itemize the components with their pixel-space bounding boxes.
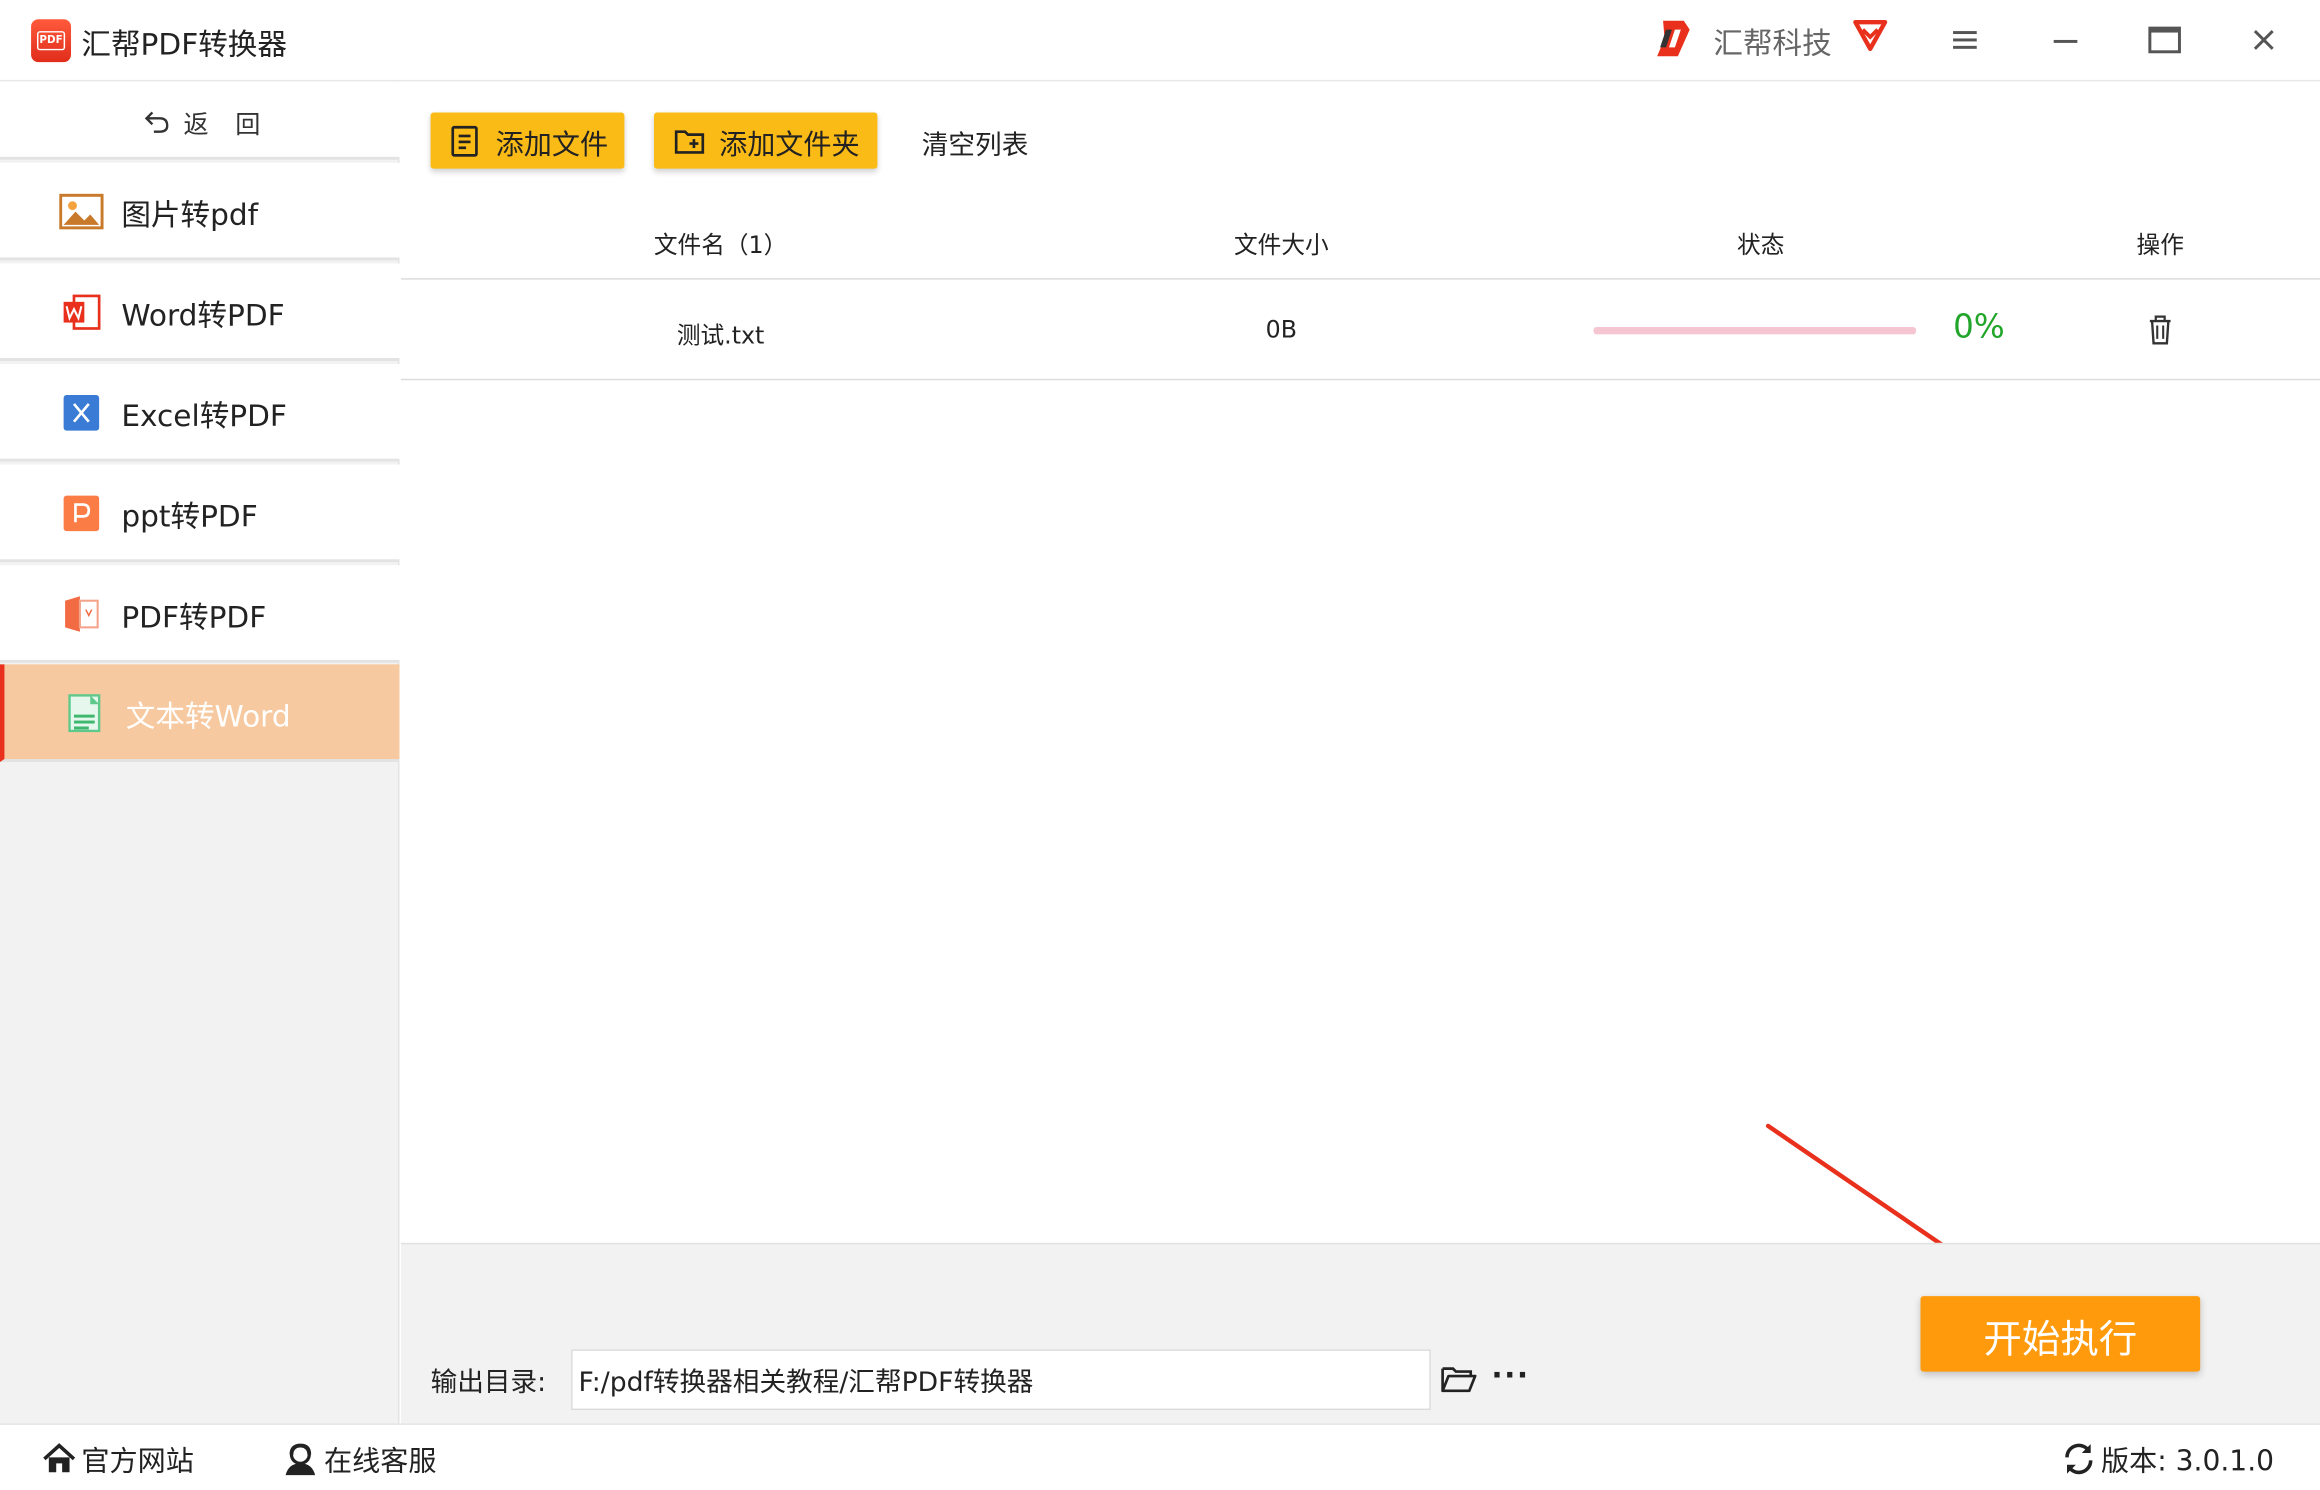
home-icon: [43, 1443, 76, 1473]
online-service-link[interactable]: 在线客服: [324, 1440, 436, 1480]
file-size-cell: 0B: [1265, 315, 1297, 344]
sidebar-item-pdf-to-pdf[interactable]: PDF转PDF: [0, 565, 400, 663]
close-icon[interactable]: [2242, 18, 2286, 62]
trash-icon[interactable]: [2145, 314, 2175, 347]
sidebar-item-word-to-pdf[interactable]: Word转PDF: [0, 263, 400, 362]
progress-bar: [1593, 326, 1917, 335]
maximize-icon[interactable]: [2142, 18, 2186, 62]
sidebar-item-ppt-to-pdf[interactable]: ppt转PDF: [0, 464, 400, 563]
back-arrow-icon: [144, 111, 169, 133]
output-panel: 输出目录: F:/pdf转换器相关教程/汇帮PDF转换器 ··· 开始执行: [400, 1242, 2320, 1424]
clear-list-button[interactable]: 清空列表: [922, 124, 1029, 162]
start-button[interactable]: 开始执行: [1920, 1296, 2201, 1372]
app-logo-text: PDF: [36, 31, 66, 51]
pdf-icon: [65, 596, 99, 632]
sidebar-item-label: Excel转PDF: [121, 398, 287, 434]
word-icon: [63, 294, 101, 330]
add-file-button[interactable]: 添加文件: [430, 112, 625, 169]
add-folder-icon: [674, 130, 705, 154]
version-label: 版本: 3.0.1.0: [2101, 1445, 2275, 1479]
status-percent: 0%: [1953, 309, 2005, 347]
folder-open-icon[interactable]: [1440, 1363, 1478, 1396]
add-file-label: 添加文件: [495, 128, 609, 162]
app-window: PDF 汇帮PDF转换器 汇帮科技 返回 图片转pdf Word转PDF Exc…: [0, 0, 2320, 1490]
file-name-cell: 测试.txt: [676, 321, 765, 350]
start-button-label: 开始执行: [1983, 1318, 2138, 1363]
app-logo: PDF: [31, 19, 72, 63]
file-table-header: 文件名（1） 文件大小 状态 操作: [400, 207, 2320, 280]
sidebar-item-label: PDF转PDF: [121, 599, 267, 635]
brand-name: 汇帮科技: [1713, 25, 1832, 61]
add-file-icon: [451, 125, 478, 157]
official-website-link[interactable]: 官方网站: [81, 1440, 193, 1480]
title-bar: PDF 汇帮PDF转换器 汇帮科技: [0, 0, 2320, 82]
sidebar: 返回 图片转pdf Word转PDF Excel转PDF ppt转PDF PDF…: [0, 82, 400, 1424]
text-doc-icon: [68, 694, 101, 733]
customer-service-icon: [285, 1443, 316, 1476]
column-header-action: 操作: [2136, 230, 2184, 259]
column-header-status: 状态: [1737, 230, 1785, 259]
back-label: 返回: [183, 110, 288, 141]
output-dir-input[interactable]: F:/pdf转换器相关教程/汇帮PDF转换器: [571, 1349, 1431, 1411]
column-header-size: 文件大小: [1233, 230, 1329, 259]
image-icon: [59, 193, 104, 230]
status-bar: 官方网站 在线客服 版本: 3.0.1.0: [0, 1423, 2320, 1490]
column-header-name: 文件名（1）: [653, 230, 788, 259]
sidebar-item-excel-to-pdf[interactable]: Excel转PDF: [0, 363, 400, 462]
excel-icon: [63, 395, 100, 431]
brand-logo-icon: [1657, 20, 1690, 57]
sidebar-item-text-to-word[interactable]: 文本转Word: [0, 664, 400, 762]
add-folder-label: 添加文件夹: [719, 128, 860, 162]
sidebar-item-label: ppt转PDF: [121, 498, 258, 535]
vip-diamond-icon[interactable]: [1851, 18, 1889, 54]
table-row[interactable]: 测试.txt 0B 0%: [400, 281, 2320, 381]
ppt-icon: [63, 495, 100, 532]
app-title: 汇帮PDF转换器: [81, 26, 287, 63]
add-folder-button[interactable]: 添加文件夹: [653, 112, 878, 169]
sidebar-item-label: Word转PDF: [121, 297, 285, 333]
output-dir-label: 输出目录:: [430, 1367, 547, 1399]
minimize-icon[interactable]: [2043, 18, 2087, 62]
sidebar-item-label: 文本转Word: [125, 698, 291, 734]
sidebar-item-image-to-pdf[interactable]: 图片转pdf: [0, 162, 400, 261]
back-button[interactable]: 返回: [0, 82, 400, 160]
menu-icon[interactable]: [1943, 18, 1987, 62]
refresh-icon[interactable]: [2061, 1441, 2097, 1477]
more-options-button[interactable]: ···: [1491, 1357, 1529, 1393]
sidebar-item-label: 图片转pdf: [121, 196, 259, 233]
